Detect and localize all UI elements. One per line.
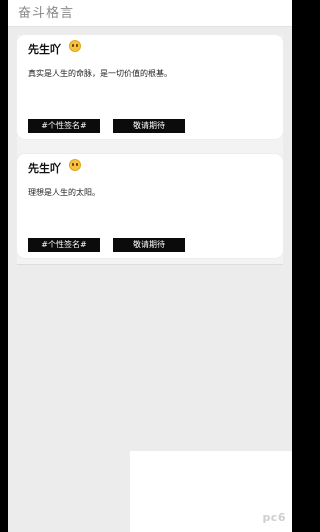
bottom-panel: pc6 (130, 451, 292, 532)
app-screen: 奋斗格言 先生吖 真实是人生的命脉，是一切价值的根基。 #个性签名# 敬请期待 … (8, 0, 292, 532)
coming-soon-button[interactable]: 敬请期待 (113, 119, 185, 133)
grinning-face-icon (69, 40, 81, 52)
coming-soon-button[interactable]: 敬请期待 (113, 238, 185, 252)
author-name: 先生吖 (28, 43, 61, 56)
quote-feed: 先生吖 真实是人生的命脉，是一切价值的根基。 #个性签名# 敬请期待 先生吖 理… (8, 27, 292, 265)
top-bar: 奋斗格言 (8, 0, 292, 27)
quote-card[interactable]: 先生吖 真实是人生的命脉，是一切价值的根基。 #个性签名# 敬请期待 (17, 35, 283, 139)
page-title: 奋斗格言 (18, 6, 75, 21)
signature-tag-button[interactable]: #个性签名# (28, 238, 100, 252)
watermark-logo: pc6 (262, 511, 286, 524)
signature-tag-button[interactable]: #个性签名# (28, 119, 100, 133)
grinning-face-icon (69, 159, 81, 171)
quote-list: 先生吖 真实是人生的命脉，是一切价值的根基。 #个性签名# 敬请期待 先生吖 理… (17, 35, 283, 265)
author-name: 先生吖 (28, 162, 61, 175)
quote-text: 真实是人生的命脉，是一切价值的根基。 (28, 69, 172, 78)
quote-card[interactable]: 先生吖 理想是人生的太阳。 #个性签名# 敬请期待 (17, 154, 283, 258)
quote-text: 理想是人生的太阳。 (28, 188, 100, 197)
